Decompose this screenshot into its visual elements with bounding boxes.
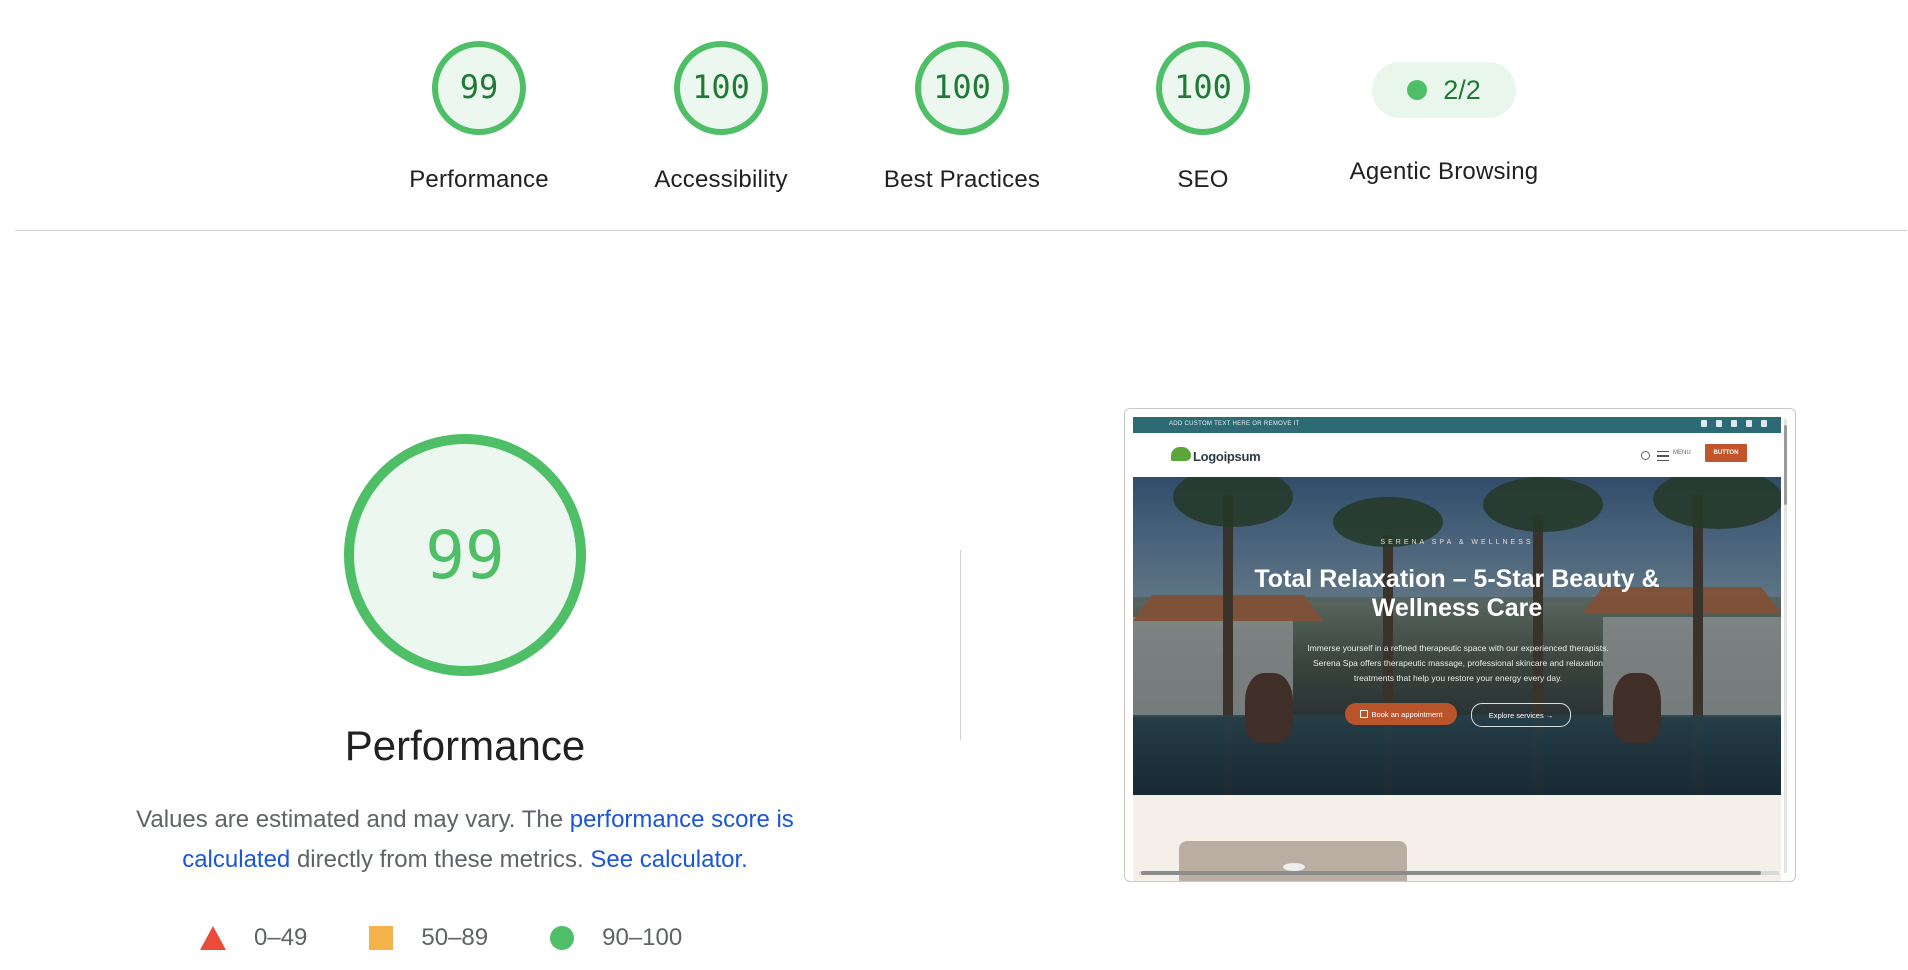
site-logo: Logoipsum bbox=[1193, 449, 1261, 464]
legend-range: 50–89 bbox=[421, 924, 489, 951]
site-header: Logoipsum MENU BUTTON bbox=[1133, 433, 1781, 477]
facebook-icon bbox=[1701, 420, 1707, 427]
best-practices-gauge: 100 bbox=[915, 41, 1009, 135]
score-seo[interactable]: 100 SEO bbox=[1093, 40, 1313, 194]
svg-text:100: 100 bbox=[1174, 68, 1232, 106]
hero-overlay bbox=[1133, 477, 1781, 795]
see-calculator-link[interactable]: See calculator. bbox=[590, 846, 747, 873]
hero-title: Total Relaxation – 5-Star Beauty & Welln… bbox=[1254, 565, 1660, 622]
accessibility-gauge: 100 bbox=[674, 41, 768, 135]
score-label: SEO bbox=[1177, 166, 1229, 193]
score-best-practices[interactable]: 100 Best Practices bbox=[852, 40, 1072, 194]
score-agentic-browsing[interactable]: 2/2 Agentic Browsing bbox=[1334, 40, 1554, 186]
vertical-divider bbox=[960, 550, 961, 740]
hero-eyebrow: SERENA SPA & WELLNESS bbox=[1380, 539, 1534, 546]
explore-services-button: Explore services → bbox=[1471, 703, 1571, 727]
legend-range: 90–100 bbox=[602, 924, 683, 951]
horizontal-scrollbar[interactable] bbox=[1141, 871, 1761, 875]
pass-circle-icon bbox=[1407, 80, 1428, 100]
agentic-score-value: 2/2 bbox=[1443, 74, 1481, 105]
twitter-icon bbox=[1716, 420, 1722, 427]
vertical-scrollbar[interactable] bbox=[1784, 425, 1787, 505]
agentic-score-pill: 2/2 bbox=[1372, 62, 1516, 118]
header-divider bbox=[15, 230, 1907, 231]
site-next-section bbox=[1133, 795, 1781, 881]
search-icon bbox=[1641, 451, 1650, 460]
seo-gauge: 100 bbox=[1156, 41, 1250, 135]
performance-description: Values are estimated and may vary. The p… bbox=[100, 800, 830, 880]
score-label: Agentic Browsing bbox=[1349, 158, 1539, 185]
topbar-text: ADD CUSTOM TEXT HERE OR REMOVE IT bbox=[1169, 421, 1300, 427]
legend-average: 50–89 bbox=[369, 924, 488, 952]
svg-text:100: 100 bbox=[692, 68, 750, 106]
score-performance[interactable]: 99 Performance bbox=[369, 40, 589, 194]
social-icons bbox=[1701, 420, 1767, 427]
pass-circle-icon bbox=[550, 926, 575, 950]
fail-triangle-icon bbox=[200, 926, 226, 950]
score-label: Best Practices bbox=[883, 166, 1041, 193]
hero-subtitle: Immerse yourself in a refined therapeuti… bbox=[1307, 643, 1609, 683]
hamburger-icon bbox=[1657, 451, 1669, 461]
pinterest-icon bbox=[1761, 420, 1767, 427]
menu-label: MENU bbox=[1673, 450, 1691, 456]
performance-title: Performance bbox=[344, 722, 586, 769]
final-screenshot[interactable]: ADD CUSTOM TEXT HERE OR REMOVE IT Logoip… bbox=[1124, 408, 1796, 882]
youtube-icon bbox=[1731, 420, 1737, 427]
legend-pass: 90–100 bbox=[550, 924, 682, 952]
calendar-icon bbox=[1359, 710, 1368, 718]
site-topbar: ADD CUSTOM TEXT HERE OR REMOVE IT bbox=[1133, 417, 1781, 433]
svg-text:99: 99 bbox=[460, 68, 499, 106]
instagram-icon bbox=[1746, 420, 1752, 427]
score-label: Performance bbox=[409, 166, 549, 193]
svg-text:100: 100 bbox=[933, 68, 991, 106]
site-hero: SERENA SPA & WELLNESS Total Relaxation –… bbox=[1133, 477, 1781, 795]
legend-fail: 0–49 bbox=[200, 924, 307, 952]
performance-score-value: 99 bbox=[425, 517, 504, 594]
logo-leaf-icon bbox=[1171, 447, 1191, 461]
header-button: BUTTON bbox=[1705, 444, 1747, 462]
book-appointment-label: Book an appointment bbox=[1371, 709, 1443, 719]
score-legend: 0–49 50–89 90–100 bbox=[200, 920, 744, 956]
score-accessibility[interactable]: 100 Accessibility bbox=[611, 40, 831, 194]
book-appointment-button: Book an appointment bbox=[1345, 703, 1457, 725]
score-label: Accessibility bbox=[654, 166, 788, 193]
site-card bbox=[1179, 841, 1407, 881]
legend-range: 0–49 bbox=[254, 924, 308, 951]
description-text: directly from these metrics. bbox=[290, 846, 591, 873]
description-text: Values are estimated and may vary. The bbox=[136, 806, 570, 833]
performance-gauge: 99 bbox=[432, 41, 526, 135]
average-square-icon bbox=[369, 926, 394, 950]
performance-big-gauge: 99 bbox=[344, 434, 586, 676]
